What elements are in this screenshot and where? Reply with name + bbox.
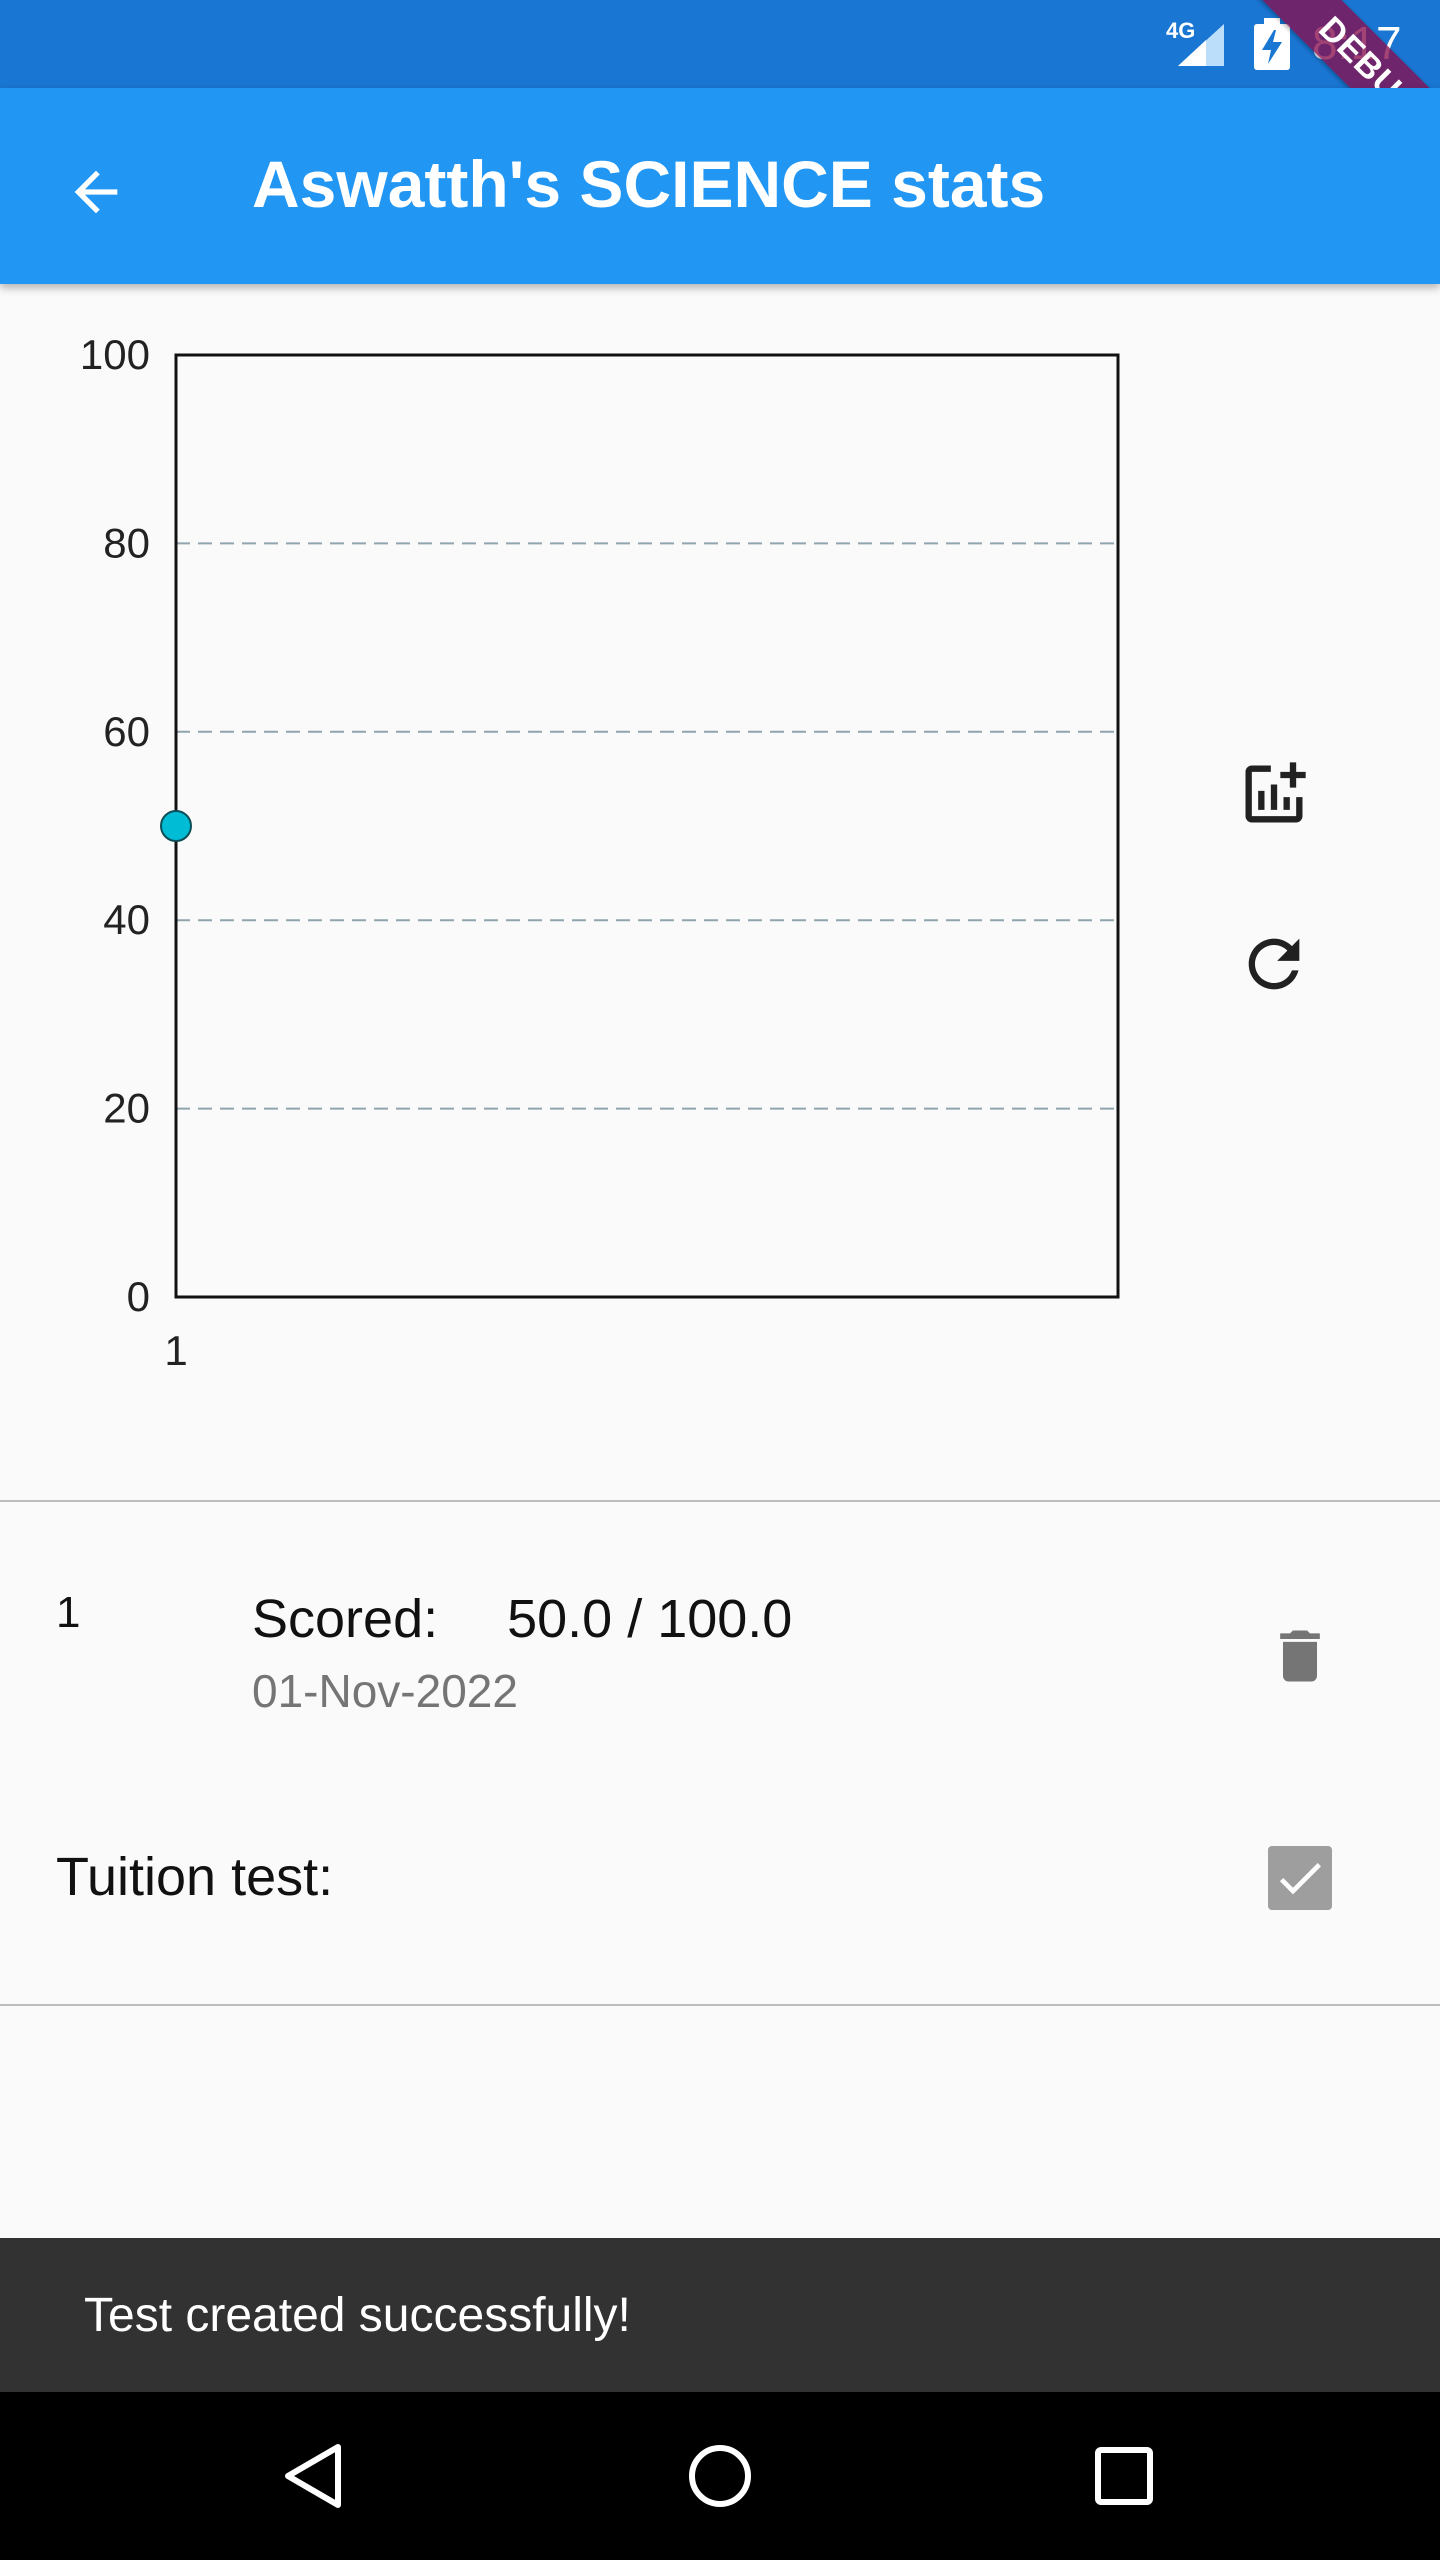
divider [0,1500,1440,1502]
chart-grid [176,542,1118,1110]
score-chart: 0 20 40 60 80 100 1 [80,331,1120,1374]
data-point[interactable] [160,810,192,842]
system-nav-bar [0,2392,1440,2560]
chart-x-axis: 1 [164,1327,187,1374]
y-tick-label: 60 [103,708,150,755]
nav-recents-button[interactable] [1064,2416,1184,2536]
y-tick-label: 20 [103,1085,150,1132]
test-score: Scored: 50.0 / 100.0 [252,1589,793,1649]
y-tick-label: 40 [103,896,150,943]
check-icon [1279,1863,1321,1895]
arrow-back-icon [74,170,118,214]
snackbar: Test created successfully! [0,2238,1440,2392]
page-title: Aswatth's SCIENCE stats [252,147,1046,221]
status-bar: 4G 8:17 [0,0,1440,88]
refresh-icon [1248,938,1300,990]
triangle-back-icon [285,2444,341,2508]
add-test-button[interactable] [1222,742,1326,846]
tuition-label: Tuition test: [56,1847,334,1907]
snackbar-message: Test created successfully! [84,2289,631,2342]
divider [0,2004,1440,2006]
square-recents-icon [1095,2447,1153,2505]
refresh-button[interactable] [1222,912,1326,1016]
signal-icon [1178,24,1224,66]
chart-series [160,810,192,842]
test-index: 1 [56,1588,81,1637]
tuition-checkbox[interactable] [1268,1846,1332,1910]
nav-home-button[interactable] [660,2416,780,2536]
trash-icon [1280,1630,1320,1682]
battery-charging-icon [1254,18,1290,70]
chart-y-axis: 0 20 40 60 80 100 [80,331,150,1320]
x-tick-label: 1 [164,1327,187,1374]
y-tick-label: 80 [103,519,150,566]
nav-back-button[interactable] [255,2416,375,2536]
test-date: 01-Nov-2022 [252,1665,518,1717]
delete-test-button[interactable] [1248,1604,1352,1708]
circle-home-icon [689,2445,751,2507]
y-tick-label: 100 [80,331,150,378]
back-button[interactable] [44,140,148,244]
app-bar: Aswatth's SCIENCE stats [0,88,1440,284]
add-chart-icon [1245,762,1306,823]
chart-plot-area [174,353,1120,1299]
y-tick-label: 0 [127,1273,150,1320]
